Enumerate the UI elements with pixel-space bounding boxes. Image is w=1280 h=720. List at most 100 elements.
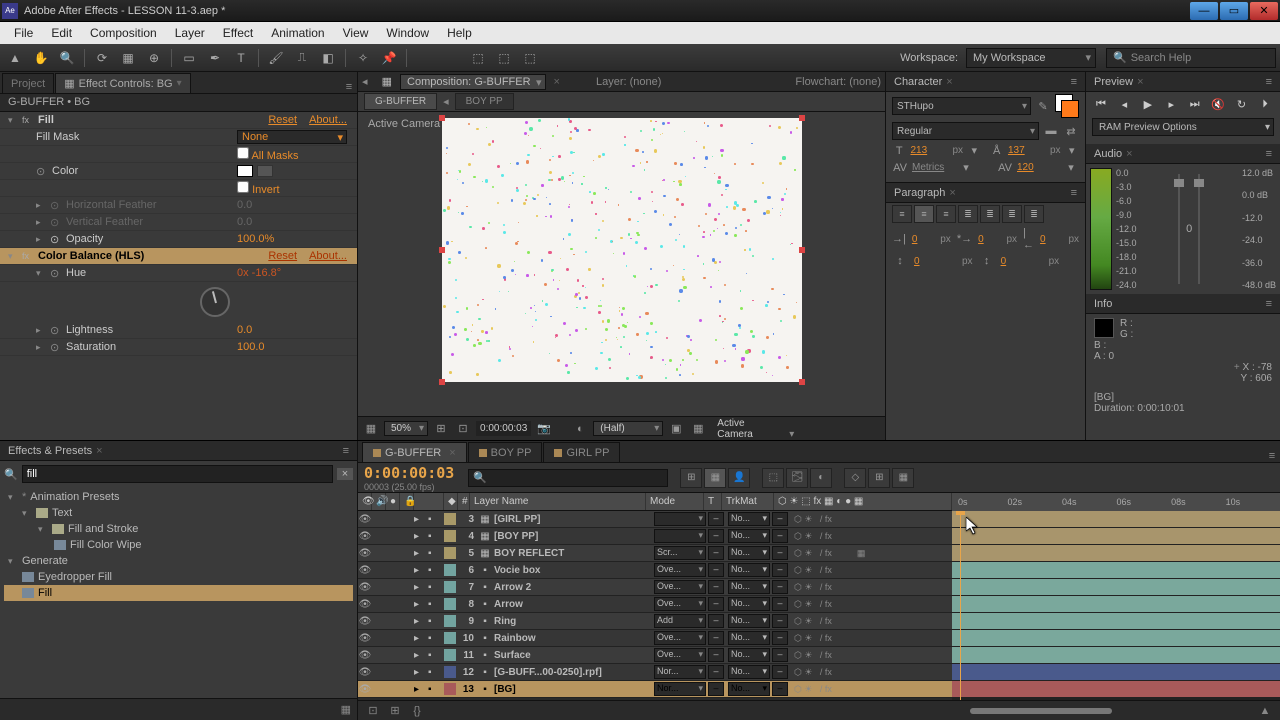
- layer-bar[interactable]: [952, 613, 1280, 629]
- timeline-tab-boypp[interactable]: BOY PP: [468, 442, 543, 462]
- last-frame-button[interactable]: ⏭: [1186, 96, 1204, 112]
- frame-blend-button[interactable]: ⬚: [762, 468, 784, 488]
- first-frame-button[interactable]: ⏮: [1092, 96, 1110, 112]
- rect-tool[interactable]: ▭: [178, 47, 200, 69]
- space-after-value[interactable]: 0: [1001, 256, 1043, 267]
- text-color-swatch[interactable]: [1055, 94, 1079, 118]
- timeline-tab-gbuffer[interactable]: G-BUFFER×: [362, 442, 467, 462]
- camera-tool[interactable]: ▦: [117, 47, 139, 69]
- roi-icon[interactable]: ▣: [667, 420, 685, 438]
- graph-editor-button[interactable]: ⊞: [868, 468, 890, 488]
- layer-row[interactable]: 👁 ▸▪ 10 ▪ Rainbow Ove... – No... – ⬡ ☀ /…: [358, 630, 952, 647]
- resolution-dropdown[interactable]: (Half): [593, 421, 663, 436]
- brackets-icon[interactable]: {}: [408, 705, 426, 717]
- menu-edit[interactable]: Edit: [43, 24, 80, 42]
- maximize-button[interactable]: ▭: [1220, 2, 1248, 20]
- indent-right-value[interactable]: 0: [1040, 234, 1062, 245]
- ram-preview-button[interactable]: ⏵: [1256, 96, 1274, 112]
- menu-effect[interactable]: Effect: [215, 24, 261, 42]
- transparency-icon[interactable]: ▦: [689, 420, 707, 438]
- ep-new-icon[interactable]: ▦: [341, 703, 351, 716]
- expand-button[interactable]: ▦: [892, 468, 914, 488]
- selection-tool[interactable]: ▲: [4, 47, 26, 69]
- info-panel-menu[interactable]: ≡: [1266, 298, 1272, 310]
- layer-bar[interactable]: [952, 562, 1280, 578]
- indent-left-value[interactable]: 0: [912, 234, 934, 245]
- fill-mask-row[interactable]: Fill Mask None▾: [0, 129, 357, 146]
- layer-row[interactable]: 👁 ▸▪ 3 ▦ [GIRL PP] – No... – ⬡ ☀ / fx: [358, 511, 952, 528]
- minimize-button[interactable]: —: [1190, 2, 1218, 20]
- always-preview-icon[interactable]: ▦: [362, 420, 380, 438]
- color-swatch[interactable]: [237, 165, 253, 177]
- type-tool[interactable]: T: [230, 47, 252, 69]
- layer-bar[interactable]: [952, 664, 1280, 680]
- char-panel-menu[interactable]: ≡: [1071, 76, 1077, 88]
- view-axis-icon[interactable]: ⬚: [519, 47, 541, 69]
- hand-tool[interactable]: ✋: [30, 47, 52, 69]
- layer-bar[interactable]: [952, 545, 1280, 561]
- layer-row[interactable]: 👁 ▸▪ 4 ▦ [BOY PP] – No... – ⬡ ☀ / fx: [358, 528, 952, 545]
- auto-keyframe-button[interactable]: ◇: [844, 468, 866, 488]
- preview-panel-menu[interactable]: ≡: [1266, 76, 1272, 88]
- comp-nav-arrows[interactable]: ◂: [362, 75, 374, 88]
- roto-tool[interactable]: ✧: [352, 47, 374, 69]
- effects-search-input[interactable]: [22, 465, 333, 483]
- justify-left[interactable]: ≣: [958, 205, 978, 223]
- fill-color-row[interactable]: ⊙Color: [0, 163, 357, 180]
- pan-behind-tool[interactable]: ⊕: [143, 47, 165, 69]
- subtab-boypp[interactable]: BOY PP: [455, 93, 514, 110]
- align-right[interactable]: ≡: [936, 205, 956, 223]
- shy-button[interactable]: 👤: [728, 468, 750, 488]
- fill-reset[interactable]: Reset: [268, 114, 297, 126]
- flowchart-tab[interactable]: Flowchart: (none): [795, 76, 881, 88]
- eraser-tool[interactable]: ◧: [317, 47, 339, 69]
- motion-blur-button[interactable]: 🌫: [786, 468, 808, 488]
- tree-text[interactable]: ▾Text: [4, 505, 353, 521]
- brush-tool[interactable]: 🖌: [265, 47, 287, 69]
- layer-tab[interactable]: Layer: (none): [596, 76, 661, 88]
- search-help-input[interactable]: 🔍Search Help: [1106, 48, 1276, 68]
- hue-row[interactable]: ▾⊙Hue 0x -16.8°: [0, 265, 357, 282]
- brainstorm-button[interactable]: ◐: [810, 468, 832, 488]
- justify-all[interactable]: ≣: [1024, 205, 1044, 223]
- comp-dropdown[interactable]: Composition: G-BUFFER: [400, 74, 546, 90]
- ram-options-dropdown[interactable]: RAM Preview Options: [1092, 118, 1274, 136]
- toggle-modes-icon[interactable]: ⊞: [386, 704, 404, 717]
- layer-row[interactable]: 👁 ▸▪ 6 ▪ Vocie box Ove... – No... – ⬡ ☀ …: [358, 562, 952, 579]
- menu-composition[interactable]: Composition: [82, 24, 165, 42]
- comp-mini-flowchart[interactable]: ⊞: [680, 468, 702, 488]
- world-axis-icon[interactable]: ⬚: [493, 47, 515, 69]
- leading-value[interactable]: 137: [1008, 145, 1046, 156]
- time-ruler[interactable]: 0s02s04s06s08s10s: [952, 493, 1280, 511]
- eyedropper-icon[interactable]: ✎: [1035, 100, 1051, 113]
- align-left[interactable]: ≡: [892, 205, 912, 223]
- fill-about[interactable]: About...: [309, 114, 347, 126]
- layer-row[interactable]: 👁 ▸▪ 9 ▪ Ring Add – No... – ⬡ ☀ / fx: [358, 613, 952, 630]
- tracking-value[interactable]: 120: [1017, 162, 1059, 173]
- mute-button[interactable]: 🔇: [1209, 96, 1227, 112]
- next-frame-button[interactable]: ▸: [1162, 96, 1180, 112]
- resolution-icon[interactable]: ⊞: [432, 420, 450, 438]
- local-axis-icon[interactable]: ⬚: [467, 47, 489, 69]
- layer-bar[interactable]: [952, 528, 1280, 544]
- kerning-value[interactable]: Metrics: [912, 162, 954, 173]
- draft-3d[interactable]: ▦: [704, 468, 726, 488]
- swap-colors-icon[interactable]: ⇄: [1063, 125, 1079, 138]
- audio-right-slider[interactable]: [1198, 174, 1200, 284]
- invert-checkbox[interactable]: [237, 181, 249, 193]
- tree-fill-wipe[interactable]: Fill Color Wipe: [4, 537, 353, 553]
- zoom-tool[interactable]: 🔍: [56, 47, 78, 69]
- layer-row[interactable]: 👁 ▸▪ 8 ▪ Arrow Ove... – No... – ⬡ ☀ / fx: [358, 596, 952, 613]
- timecode[interactable]: 0:00:00:03: [364, 464, 454, 482]
- menu-file[interactable]: File: [6, 24, 41, 42]
- snapshot-icon[interactable]: 📷: [535, 420, 553, 438]
- menu-view[interactable]: View: [335, 24, 377, 42]
- effect-fill-header[interactable]: ▾fx Fill Reset About...: [0, 112, 357, 129]
- layer-row[interactable]: 👁 ▸▪ 7 ▪ Arrow 2 Ove... – No... – ⬡ ☀ / …: [358, 579, 952, 596]
- font-size-value[interactable]: 213: [910, 145, 948, 156]
- tab-effect-controls[interactable]: ▦Effect Controls: BG▾: [55, 73, 190, 93]
- menu-window[interactable]: Window: [378, 24, 437, 42]
- all-masks-checkbox[interactable]: [237, 147, 249, 159]
- layer-bar[interactable]: [952, 647, 1280, 663]
- saturation-row[interactable]: ▸⊙Saturation 100.0: [0, 339, 357, 356]
